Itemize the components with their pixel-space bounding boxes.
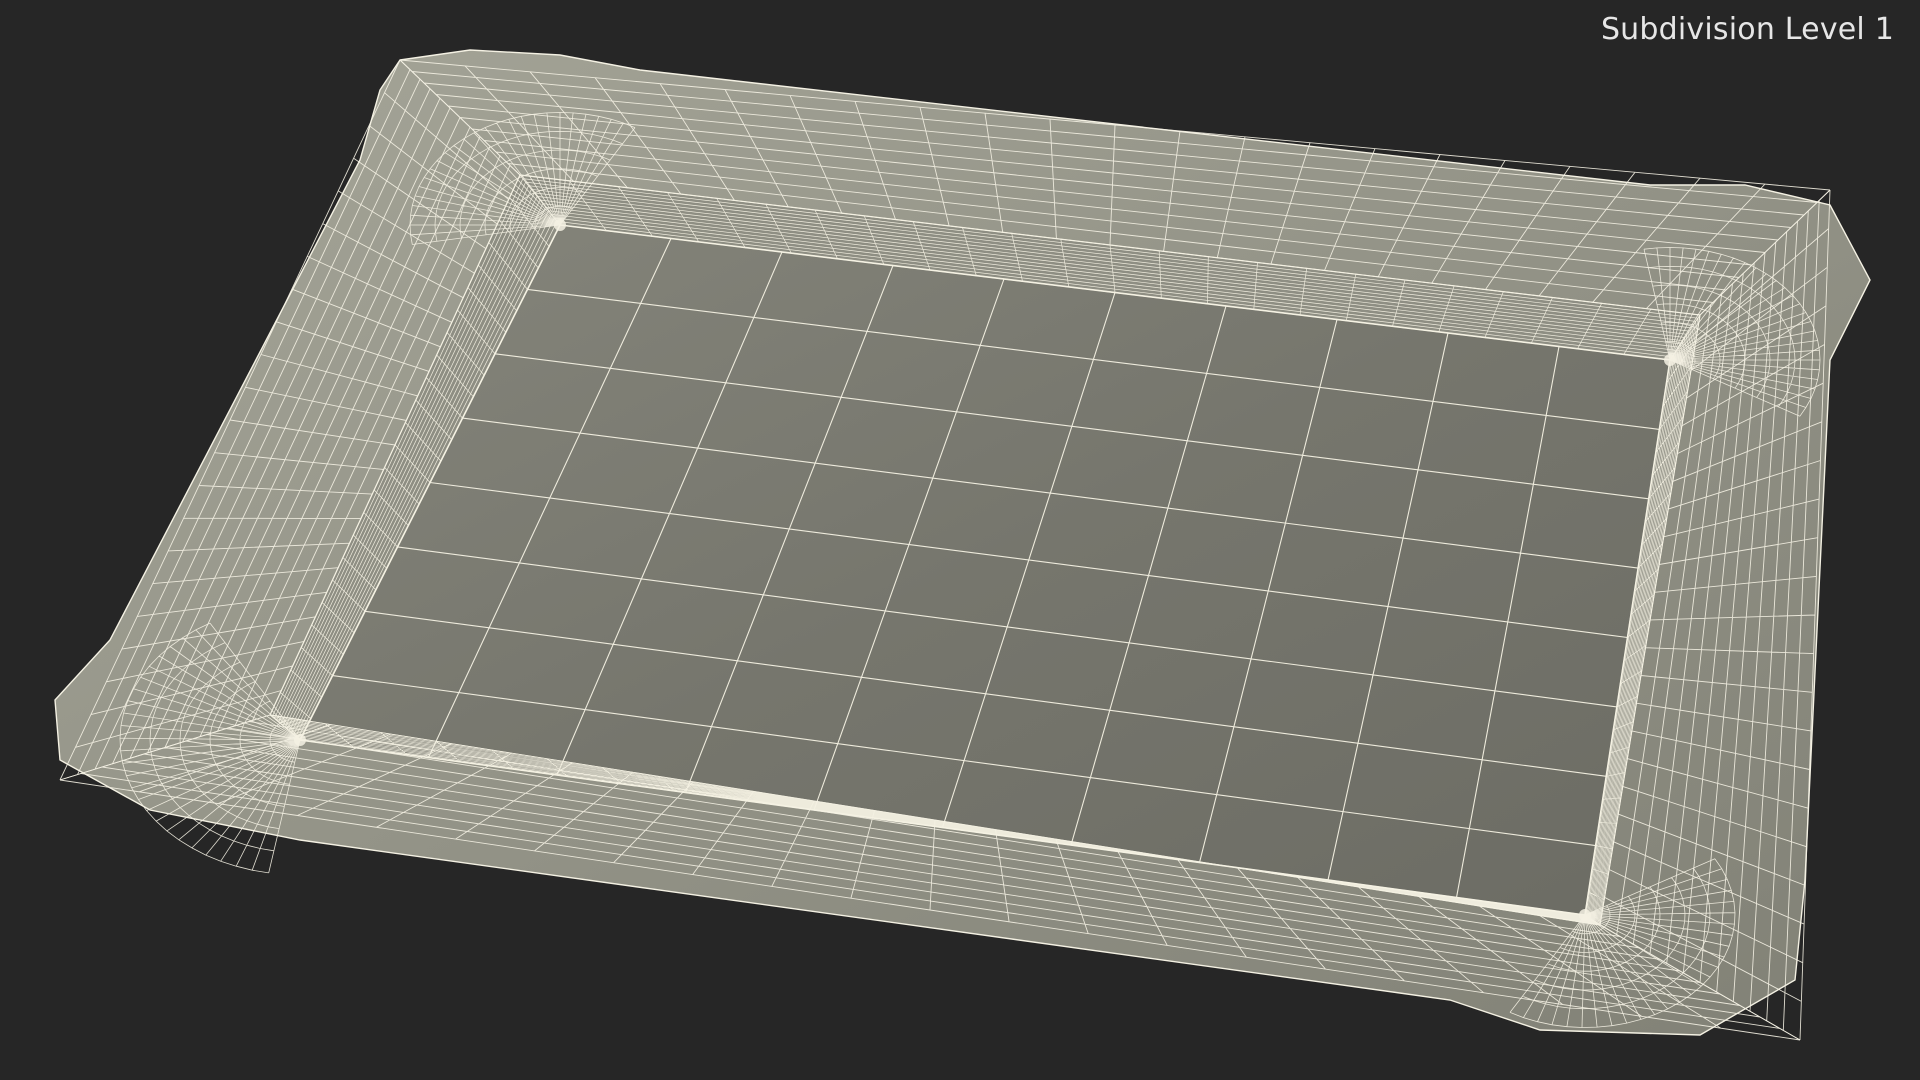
subdivision-level-label: Subdivision Level 1: [1600, 12, 1894, 47]
tray-wireframe-render: [54, 49, 1871, 1041]
viewport[interactable]: Subdivision Level 1: [0, 0, 1920, 1080]
pleat-fan-bottom-left-pinch: [294, 734, 306, 746]
pleat-fan-top-left-pinch: [554, 219, 566, 231]
pleat-fan-bottom-right-pinch: [1579, 909, 1591, 921]
tray-model: [54, 49, 1871, 1041]
pleat-fan-top-right-pinch: [1664, 354, 1676, 366]
